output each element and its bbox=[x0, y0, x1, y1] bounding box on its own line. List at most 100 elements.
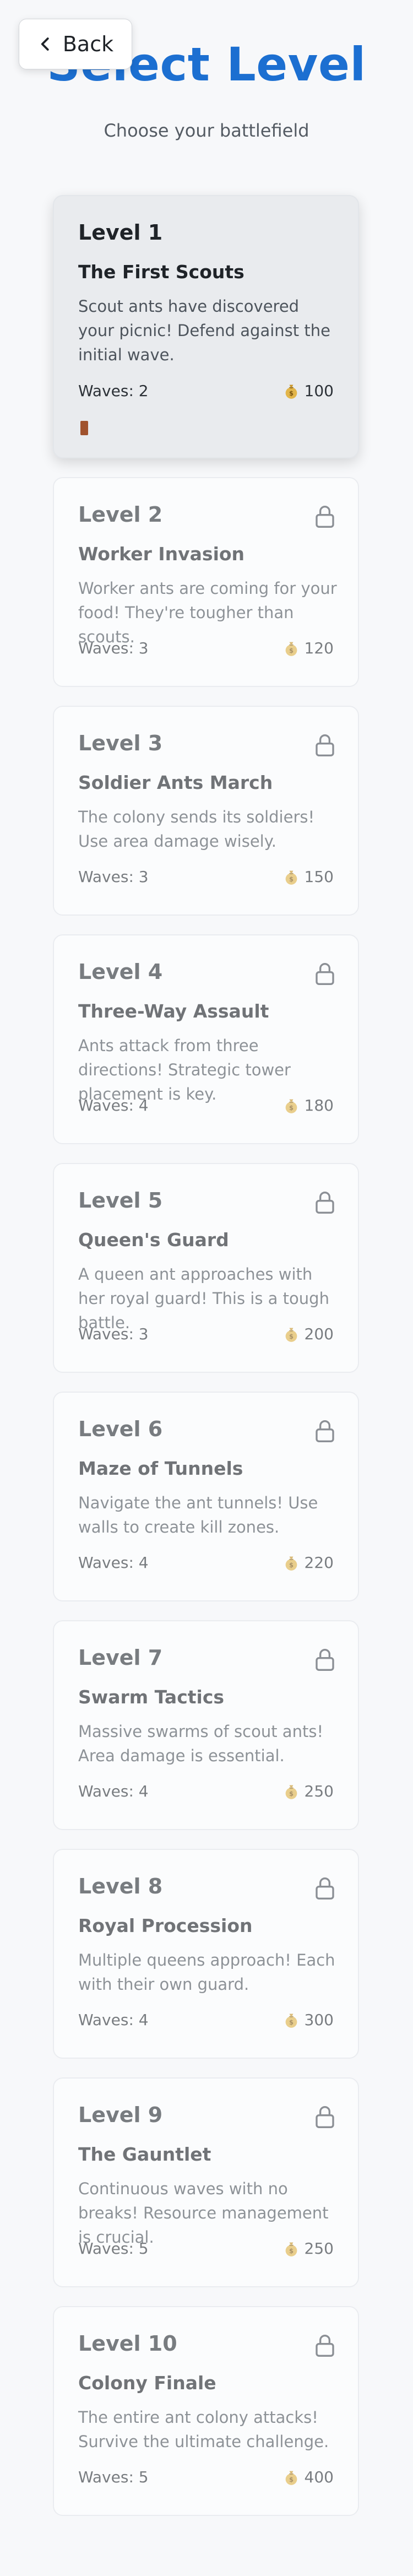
money-bag-icon: $ bbox=[284, 2241, 299, 2257]
level-reward: $180 bbox=[284, 1096, 334, 1114]
level-number: Level 4 bbox=[78, 960, 163, 984]
chevron-left-icon bbox=[41, 37, 49, 51]
level-description: Massive swarms of scout ants! Area damag… bbox=[78, 1722, 324, 1765]
level-description: The colony sends its soldiers! Use area … bbox=[78, 808, 315, 851]
level-waves: Waves: 4 bbox=[78, 1782, 149, 1800]
level-reward: $250 bbox=[284, 1782, 334, 1800]
lock-icon bbox=[316, 1420, 334, 1442]
level-reward: $400 bbox=[284, 2468, 334, 2486]
svg-text:$: $ bbox=[289, 2476, 294, 2483]
money-bag-icon: $ bbox=[284, 1555, 299, 1571]
level-waves: Waves: 5 bbox=[78, 2239, 149, 2258]
level-card[interactable]: Level 4 Three-Way Assault Ants attack from… bbox=[53, 934, 359, 1144]
level-description: A queen ant approaches with her royal gu… bbox=[78, 1265, 329, 1332]
money-bag-icon: $ bbox=[284, 2469, 299, 2486]
level-name: Colony Finale bbox=[78, 2372, 216, 2394]
level-waves: Waves: 5 bbox=[78, 2468, 149, 2486]
money-bag-icon: $ bbox=[284, 1783, 299, 1800]
reward-value: 200 bbox=[304, 1325, 334, 1343]
money-bag-icon: $ bbox=[284, 869, 299, 885]
level-number: Level 3 bbox=[78, 731, 163, 755]
level-number: Level 9 bbox=[78, 2103, 163, 2127]
level-name: Worker Invasion bbox=[78, 543, 245, 565]
level-waves: Waves: 2 bbox=[78, 382, 149, 400]
lock-icon bbox=[316, 2335, 334, 2357]
reward-value: 300 bbox=[304, 2011, 334, 2029]
svg-text:$: $ bbox=[289, 1790, 294, 1798]
level-name: The First Scouts bbox=[78, 261, 244, 283]
level-number: Level 10 bbox=[78, 2331, 177, 2356]
lock-icon bbox=[316, 1649, 334, 1671]
level-number: Level 8 bbox=[78, 1874, 163, 1898]
reward-value: 180 bbox=[304, 1096, 334, 1114]
level-card[interactable]: Level 7 Swarm Tactics Massive swarms of sc… bbox=[53, 1620, 359, 1830]
level-waves: Waves: 3 bbox=[78, 1325, 149, 1343]
level-number: Level 7 bbox=[78, 1646, 163, 1670]
svg-text:$: $ bbox=[289, 2018, 294, 2026]
reward-value: 250 bbox=[304, 1782, 334, 1800]
level-description: Multiple queens approach! Each with thei… bbox=[78, 1951, 335, 1994]
level-reward: $150 bbox=[284, 868, 334, 886]
level-reward: $200 bbox=[284, 1325, 334, 1343]
level-card[interactable]: Level 8 Royal Procession Multiple queens a… bbox=[53, 1849, 359, 2059]
money-bag-icon: $ bbox=[284, 2012, 299, 2028]
level-card[interactable]: Level 9 The Gauntlet Continuous waves with… bbox=[53, 2077, 359, 2287]
level-card[interactable]: Level 6 Maze of Tunnels Navigate the ant t… bbox=[53, 1392, 359, 1601]
level-name: Soldier Ants March bbox=[78, 772, 273, 793]
level-reward: $300 bbox=[284, 2011, 334, 2029]
level-reward: $250 bbox=[284, 2239, 334, 2258]
page-subtitle: Choose your battlefield bbox=[104, 120, 309, 141]
level-card[interactable]: Level 3 Soldier Ants March The colony send… bbox=[53, 706, 359, 916]
level-number: Level 5 bbox=[78, 1188, 163, 1213]
lock-icon bbox=[316, 2106, 334, 2128]
level-card[interactable]: Level 1 The First Scouts Scout ants have d… bbox=[53, 195, 359, 458]
level-name: Three-Way Assault bbox=[78, 1000, 269, 1022]
level-waves: Waves: 3 bbox=[78, 639, 149, 657]
level-waves: Waves: 3 bbox=[78, 868, 149, 886]
svg-text:$: $ bbox=[289, 1561, 294, 1569]
lock-icon bbox=[316, 963, 334, 985]
level-description: Continuous waves with no breaks! Resourc… bbox=[78, 2179, 329, 2247]
level-number: Level 1 bbox=[78, 220, 163, 245]
level-progress-marker bbox=[80, 421, 88, 435]
level-name: The Gauntlet bbox=[78, 2144, 211, 2165]
level-description: Ants attack from three directions! Strat… bbox=[78, 1036, 291, 1103]
level-reward: $220 bbox=[284, 1554, 334, 1572]
level-card[interactable]: Level 2 Worker Invasion Worker ants are co… bbox=[53, 477, 359, 687]
lock-icon bbox=[316, 1192, 334, 1214]
svg-text:$: $ bbox=[289, 1333, 294, 1340]
svg-text:$: $ bbox=[289, 647, 294, 654]
svg-text:$: $ bbox=[289, 2247, 294, 2255]
level-name: Swarm Tactics bbox=[78, 1686, 225, 1708]
reward-value: 150 bbox=[304, 868, 334, 886]
level-number: Level 2 bbox=[78, 502, 163, 527]
level-card[interactable]: Level 5 Queen's Guard A queen ant approach… bbox=[53, 1163, 359, 1373]
level-number: Level 6 bbox=[78, 1417, 163, 1441]
level-waves: Waves: 4 bbox=[78, 1096, 149, 1114]
level-description: Navigate the ant tunnels! Use walls to c… bbox=[78, 1493, 318, 1536]
money-bag-icon: $ bbox=[284, 1097, 299, 1114]
level-list: Level 1 The First Scouts Scout ants have d… bbox=[53, 195, 359, 2535]
level-card[interactable]: Level 10 Colony Finale The entire ant colo… bbox=[53, 2306, 359, 2516]
level-name: Queen's Guard bbox=[78, 1229, 229, 1251]
money-bag-icon: $ bbox=[284, 383, 299, 399]
reward-value: 120 bbox=[304, 639, 334, 657]
level-name: Royal Procession bbox=[78, 1915, 253, 1936]
level-description: The entire ant colony attacks! Survive t… bbox=[78, 2408, 329, 2451]
reward-value: 400 bbox=[304, 2468, 334, 2486]
money-bag-icon: $ bbox=[284, 1326, 299, 1343]
level-waves: Waves: 4 bbox=[78, 2011, 149, 2029]
lock-icon bbox=[316, 506, 334, 528]
lock-icon bbox=[316, 1877, 334, 1899]
reward-value: 100 bbox=[304, 382, 334, 400]
back-label: Back bbox=[62, 32, 114, 56]
back-button[interactable]: Back bbox=[19, 19, 132, 69]
svg-text:$: $ bbox=[289, 875, 294, 883]
reward-value: 220 bbox=[304, 1554, 334, 1572]
svg-text:$: $ bbox=[289, 1104, 294, 1112]
level-waves: Waves: 4 bbox=[78, 1554, 149, 1572]
svg-text:$: $ bbox=[289, 389, 294, 397]
level-name: Maze of Tunnels bbox=[78, 1458, 243, 1479]
level-description: Worker ants are coming for your food! Th… bbox=[78, 579, 337, 646]
lock-icon bbox=[316, 734, 334, 756]
